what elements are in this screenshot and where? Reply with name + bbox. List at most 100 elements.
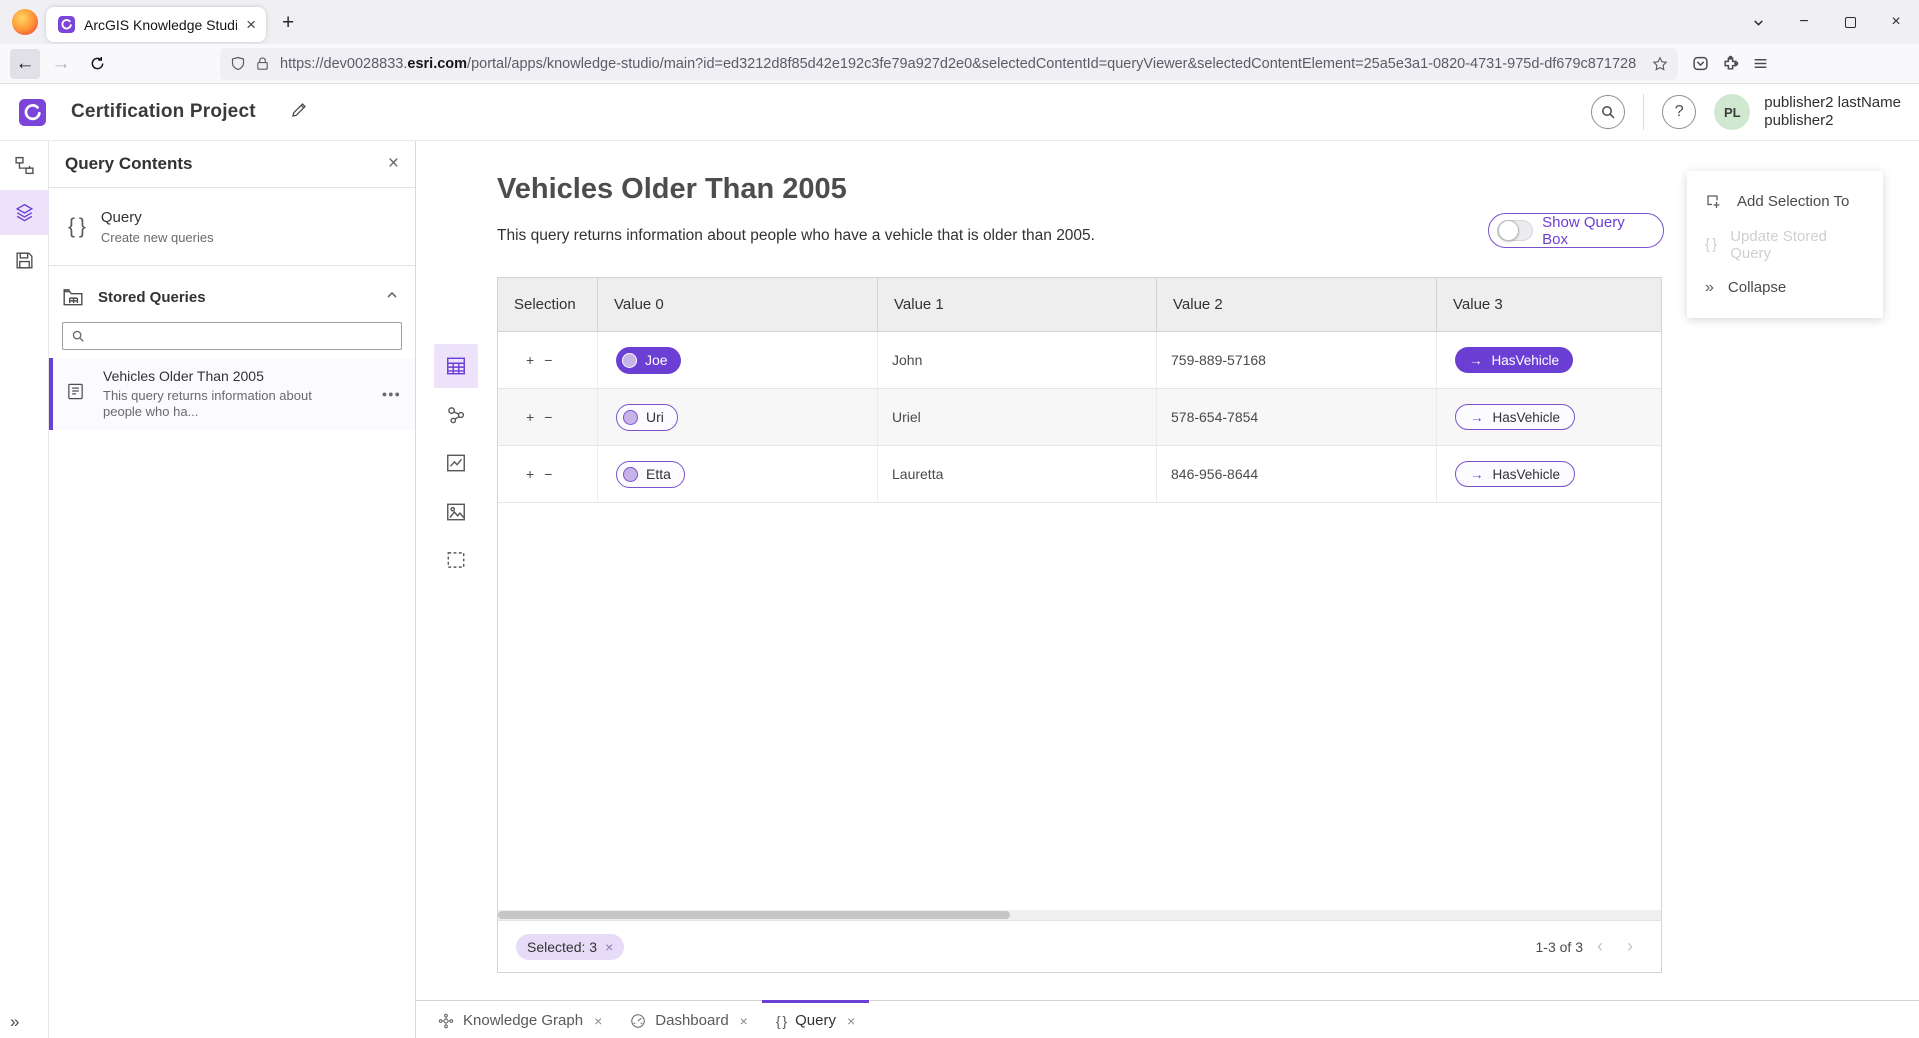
- forward-button[interactable]: →: [46, 49, 76, 79]
- back-button[interactable]: ←: [10, 49, 40, 79]
- panel-close-icon[interactable]: ×: [388, 153, 399, 175]
- reload-button[interactable]: [82, 49, 112, 79]
- bottom-tab-bar: Knowledge Graph × Dashboard × { } Query …: [416, 1000, 1919, 1038]
- window-minimize-button[interactable]: −: [1781, 0, 1827, 44]
- clear-selection-icon[interactable]: ×: [605, 939, 613, 955]
- browser-tab[interactable]: ArcGIS Knowledge Studio ×: [46, 7, 266, 42]
- lock-icon[interactable]: [255, 56, 270, 71]
- table-row[interactable]: + − Uri Uriel 578-654-7854 →HasVehicle: [498, 389, 1661, 446]
- pagination: 1-3 of 3 ‹ ›: [1536, 934, 1643, 960]
- table-row[interactable]: + − Etta Lauretta 846-956-8644 →HasVehic…: [498, 446, 1661, 503]
- remove-selection-icon[interactable]: −: [544, 409, 552, 425]
- results-table: Selection Value 0 Value 1 Value 2 Value …: [497, 277, 1662, 973]
- stored-queries-header[interactable]: Stored Queries: [49, 280, 415, 314]
- tracking-shield-icon[interactable]: [230, 56, 246, 72]
- relationship-pill[interactable]: →HasVehicle: [1455, 461, 1575, 487]
- entity-pill[interactable]: Uri: [616, 404, 678, 431]
- view-link-chart-button[interactable]: [434, 393, 478, 437]
- url-text: https://dev0028833.esri.com/portal/apps/…: [280, 56, 1652, 72]
- screen: ArcGIS Knowledge Studio × + − × ← → http…: [0, 0, 1919, 1038]
- add-selection-icon[interactable]: +: [526, 409, 534, 425]
- firefox-logo-icon[interactable]: [12, 9, 38, 35]
- rail-layers-button[interactable]: [0, 190, 49, 235]
- value2-cell: 846-956-8644: [1157, 446, 1437, 502]
- main-area: Vehicles Older Than 2005 This query retu…: [416, 141, 1919, 1038]
- user-username: publisher2: [1764, 112, 1901, 130]
- search-input[interactable]: [93, 329, 393, 344]
- entity-pill[interactable]: Joe: [616, 347, 681, 374]
- menu-item-add-selection-to[interactable]: Add Selection To: [1687, 180, 1883, 223]
- tab-dashboard[interactable]: Dashboard ×: [616, 1000, 762, 1038]
- tab-list-chevron-icon[interactable]: [1735, 0, 1781, 44]
- stored-query-item[interactable]: Vehicles Older Than 2005 This query retu…: [49, 358, 415, 430]
- url-path: /portal/apps/knowledge-studio/main?id=ed…: [467, 56, 1636, 72]
- remove-selection-icon[interactable]: −: [544, 352, 552, 368]
- help-button[interactable]: ?: [1662, 95, 1696, 129]
- table-row[interactable]: + − Joe John 759-889-57168 →HasVehicle: [498, 332, 1661, 389]
- tab-close-icon[interactable]: ×: [246, 16, 256, 33]
- entity-pill[interactable]: Etta: [616, 461, 685, 488]
- hamburger-menu-icon[interactable]: [1752, 55, 1769, 72]
- knowledge-graph-icon: [438, 1013, 454, 1029]
- query-create-item[interactable]: { } Query Create new queries: [49, 188, 415, 266]
- stored-query-title: Vehicles Older Than 2005: [103, 368, 312, 384]
- menu-item-collapse[interactable]: » Collapse: [1687, 266, 1883, 309]
- user-info[interactable]: publisher2 lastName publisher2: [1764, 94, 1901, 130]
- expand-panel-icon[interactable]: »: [10, 1012, 19, 1032]
- value2-cell: 578-654-7854: [1157, 389, 1437, 445]
- chevron-up-icon[interactable]: [385, 288, 399, 307]
- horizontal-scrollbar[interactable]: [498, 910, 1661, 920]
- show-query-box-toggle[interactable]: Show Query Box: [1488, 213, 1664, 248]
- selected-count-chip[interactable]: Selected: 3×: [516, 934, 624, 960]
- query-item-subtitle: Create new queries: [101, 230, 214, 245]
- new-tab-button[interactable]: +: [282, 12, 294, 33]
- scrollbar-thumb[interactable]: [498, 911, 1010, 919]
- table-icon: [445, 355, 467, 377]
- relationship-pill[interactable]: →HasVehicle: [1455, 404, 1575, 430]
- bookmark-star-icon[interactable]: [1652, 56, 1668, 72]
- query-viewer: Vehicles Older Than 2005 This query retu…: [416, 141, 1919, 1000]
- stored-queries-search[interactable]: [62, 322, 402, 350]
- rail-data-model-button[interactable]: [0, 143, 49, 188]
- url-bar[interactable]: https://dev0028833.esri.com/portal/apps/…: [220, 48, 1678, 80]
- page-title: Vehicles Older Than 2005: [497, 173, 847, 206]
- remove-selection-icon[interactable]: −: [544, 466, 552, 482]
- window-maximize-button[interactable]: [1827, 0, 1873, 44]
- selection-cell: + −: [498, 446, 598, 502]
- search-button[interactable]: [1591, 95, 1625, 129]
- edit-project-button[interactable]: [290, 101, 308, 124]
- pocket-icon[interactable]: [1692, 55, 1709, 72]
- add-selection-icon[interactable]: +: [526, 352, 534, 368]
- view-map-button[interactable]: [434, 490, 478, 534]
- dashboard-gauge-icon: [630, 1013, 646, 1029]
- toggle-track[interactable]: [1497, 220, 1533, 241]
- view-select-button[interactable]: [434, 538, 478, 582]
- relationship-pill[interactable]: →HasVehicle: [1455, 347, 1573, 373]
- window-close-button[interactable]: ×: [1873, 0, 1919, 44]
- view-chart-button[interactable]: [434, 441, 478, 485]
- menu-item-update-stored-query[interactable]: { } Update Stored Query: [1687, 223, 1883, 266]
- floppy-save-icon: [14, 250, 35, 271]
- close-tab-icon[interactable]: ×: [594, 1013, 602, 1029]
- close-tab-icon[interactable]: ×: [740, 1013, 748, 1029]
- view-table-button[interactable]: [434, 344, 478, 388]
- next-page-button[interactable]: ›: [1617, 934, 1643, 960]
- extensions-puzzle-icon[interactable]: [1722, 55, 1739, 72]
- toolbar-extra-icons: [1692, 55, 1769, 72]
- rail-save-button[interactable]: [0, 238, 49, 283]
- tab-query[interactable]: { } Query ×: [762, 1000, 869, 1038]
- tab-knowledge-graph[interactable]: Knowledge Graph ×: [424, 1000, 616, 1038]
- avatar[interactable]: PL: [1714, 94, 1750, 130]
- prev-page-button[interactable]: ‹: [1587, 934, 1613, 960]
- search-icon: [71, 329, 85, 343]
- add-selection-icon[interactable]: +: [526, 466, 534, 482]
- hierarchy-icon: [14, 155, 35, 176]
- layers-icon: [14, 202, 35, 223]
- close-tab-icon[interactable]: ×: [847, 1013, 855, 1029]
- query-item-text: Query Create new queries: [101, 209, 214, 245]
- header-divider: [1643, 94, 1644, 130]
- map-image-icon: [445, 501, 467, 523]
- panel-title: Query Contents: [65, 154, 193, 174]
- column-header: Value 1: [878, 278, 1157, 331]
- more-options-icon[interactable]: ●●●: [382, 389, 401, 399]
